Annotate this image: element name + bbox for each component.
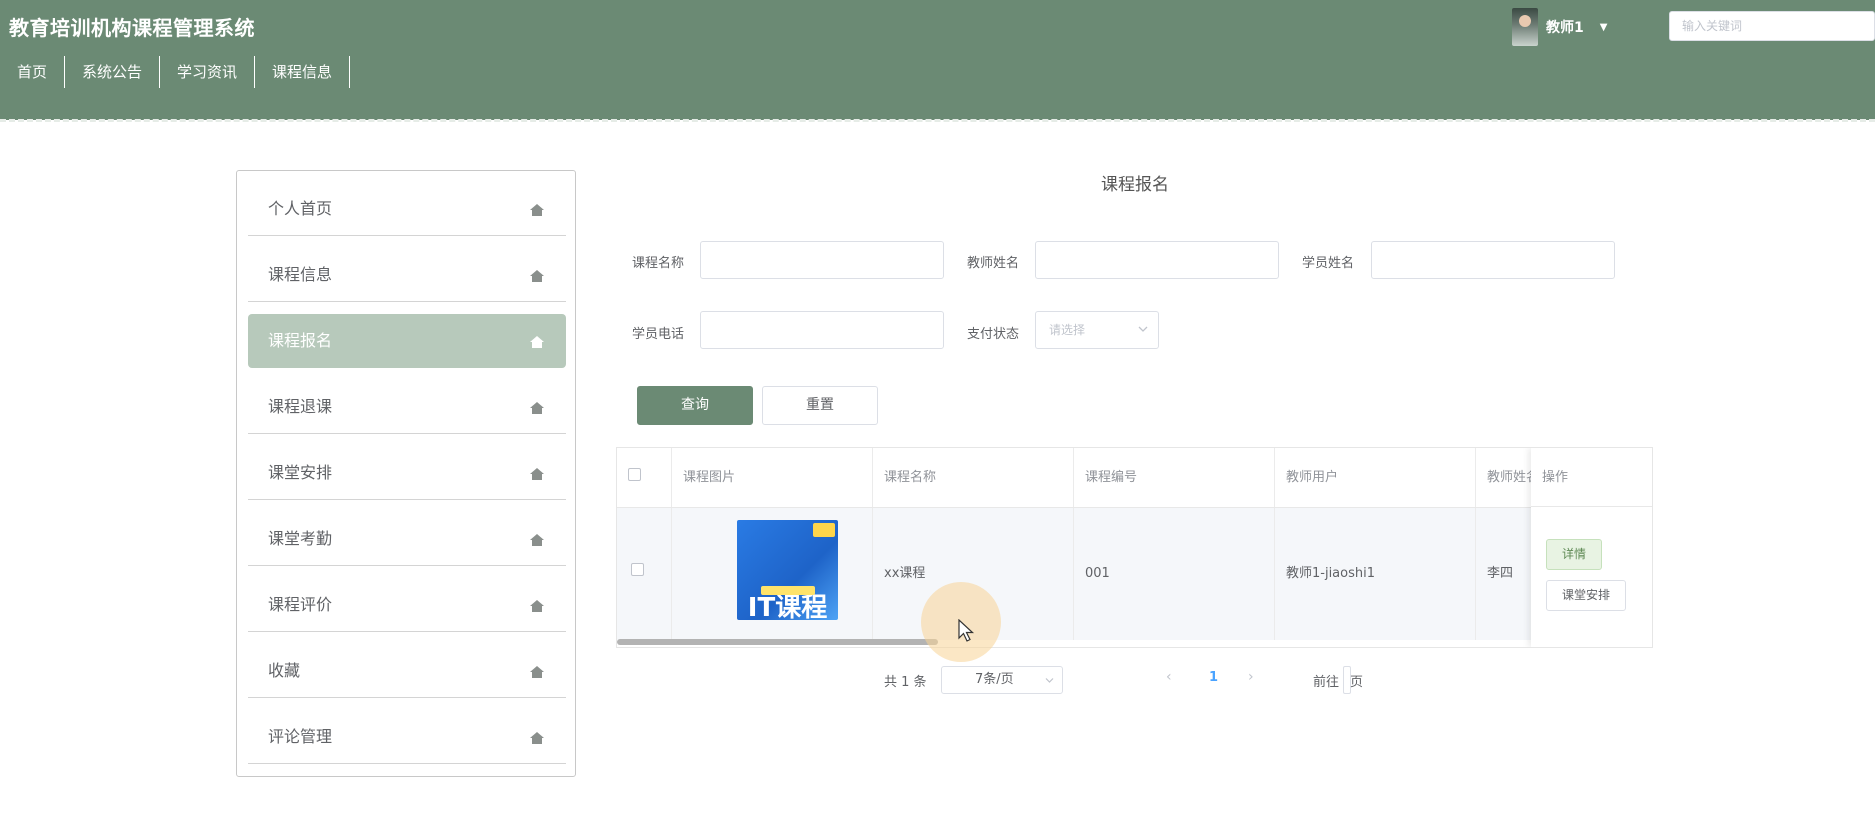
select-all-checkbox[interactable] [628,468,641,481]
user-menu[interactable]: 教师1 ▼ [1512,8,1607,46]
topnav-home[interactable]: 首页 [0,56,66,88]
actions-column: 操作 详情 课堂安排 [1531,448,1652,647]
sidebar-item-label: 课程评价 [268,595,333,614]
home-icon [530,270,544,282]
page-number-current[interactable]: 1 [1209,670,1218,685]
course-thumbnail[interactable]: IT课程 [737,520,838,620]
table-row[interactable]: IT课程 xx课程 001 教师1-jiaoshi1 李四 [617,508,1652,640]
sidebar-item-label: 课堂考勤 [268,529,333,548]
sidebar-item-attendance[interactable]: 课堂考勤 [248,512,566,566]
home-icon [530,666,544,678]
header-course-name: 课程名称 [873,448,1074,507]
header-teacher-user: 教师用户 [1275,448,1476,507]
sidebar-item-class-schedule[interactable]: 课堂安排 [248,446,566,500]
search-input[interactable] [1669,11,1875,41]
header-checkbox-cell [617,448,672,507]
student-phone-input[interactable] [700,311,944,349]
teacher-name-input[interactable] [1035,241,1279,279]
course-image-cell: IT课程 [672,508,873,640]
next-page-icon[interactable]: › [1248,669,1254,685]
sidebar: 个人首页 课程信息 课程报名 课程退课 课堂安排 课堂考勤 课程评价 收藏 评论… [236,170,576,777]
table-header: 课程图片 课程名称 课程编号 教师用户 教师姓名 [617,448,1652,508]
sidebar-item-course-info[interactable]: 课程信息 [248,248,566,302]
top-header: 教育培训机构课程管理系统 首页 系统公告 学习资讯 课程信息 教师1 ▼ [0,0,1875,120]
thumbnail-bar [761,586,815,595]
reset-button[interactable]: 重置 [762,386,878,425]
page-size-value: 7条/页 [975,672,1014,687]
thumbnail-text: IT课程 [747,593,828,620]
class-schedule-button[interactable]: 课堂安排 [1546,580,1626,611]
topnav-course-info[interactable]: 课程信息 [255,56,351,88]
goto-label: 前往 [1313,675,1340,690]
sidebar-item-comments[interactable]: 评论管理 [248,710,566,764]
page-size-select[interactable]: 7条/页 [941,666,1063,694]
pay-status-label: 支付状态 [967,327,1020,342]
sidebar-item-label: 课程报名 [268,331,333,350]
home-icon [530,402,544,414]
user-name: 教师1 [1546,20,1584,36]
teacher-user-cell: 教师1-jiaoshi1 [1275,508,1476,640]
student-name-label: 学员姓名 [1302,256,1355,271]
avatar [1512,8,1538,46]
sidebar-item-label: 收藏 [268,661,301,680]
detail-button[interactable]: 详情 [1546,539,1602,570]
home-icon [530,336,544,348]
prev-page-icon[interactable]: ‹ [1166,669,1172,685]
header-actions: 操作 [1531,448,1652,507]
page-title: 课程报名 [1101,175,1169,195]
thumbnail-tag [813,523,835,537]
pay-status-placeholder: 请选择 [1049,323,1086,337]
course-no-cell: 001 [1074,508,1275,640]
sidebar-item-course-review[interactable]: 课程评价 [248,578,566,632]
course-name-input[interactable] [700,241,944,279]
top-nav: 首页 系统公告 学习资讯 课程信息 [0,56,351,88]
student-name-input[interactable] [1371,241,1615,279]
sidebar-item-label: 个人首页 [268,199,333,218]
home-icon [530,204,544,216]
home-icon [530,534,544,546]
chevron-down-icon [1045,678,1054,683]
course-name-label: 课程名称 [632,256,685,271]
sidebar-item-home[interactable]: 个人首页 [248,182,566,236]
topnav-announcement[interactable]: 系统公告 [65,56,161,88]
sidebar-item-label: 课程信息 [268,265,333,284]
pay-status-select[interactable]: 请选择 [1035,311,1159,349]
chevron-down-icon [1138,326,1148,332]
sidebar-item-course-enroll[interactable]: 课程报名 [248,314,566,368]
row-checkbox[interactable] [631,563,644,576]
teacher-name-label: 教师姓名 [967,256,1020,271]
home-icon [530,600,544,612]
sidebar-item-label: 课程退课 [268,397,333,416]
header-course-image: 课程图片 [672,448,873,507]
app-title: 教育培训机构课程管理系统 [9,16,255,40]
mouse-cursor-icon [958,619,975,642]
header-course-no: 课程编号 [1074,448,1275,507]
home-icon [530,732,544,744]
sidebar-item-label: 评论管理 [268,727,333,746]
sidebar-item-course-drop[interactable]: 课程退课 [248,380,566,434]
horizontal-scrollbar[interactable] [617,639,938,645]
caret-down-icon: ▼ [1599,21,1608,33]
row-checkbox-cell [617,508,672,640]
topnav-news[interactable]: 学习资讯 [160,56,256,88]
header-divider [0,119,1875,122]
sidebar-item-favorites[interactable]: 收藏 [248,644,566,698]
goto-page-unit: 页 [1350,675,1364,690]
sidebar-item-label: 课堂安排 [268,463,333,482]
query-button[interactable]: 查询 [637,386,753,425]
home-icon [530,468,544,480]
pagination-total: 共 1 条 [884,675,927,690]
student-phone-label: 学员电话 [632,327,685,342]
enrollment-table: 课程图片 课程名称 课程编号 教师用户 教师姓名 IT课程 xx课程 001 教… [616,447,1653,648]
